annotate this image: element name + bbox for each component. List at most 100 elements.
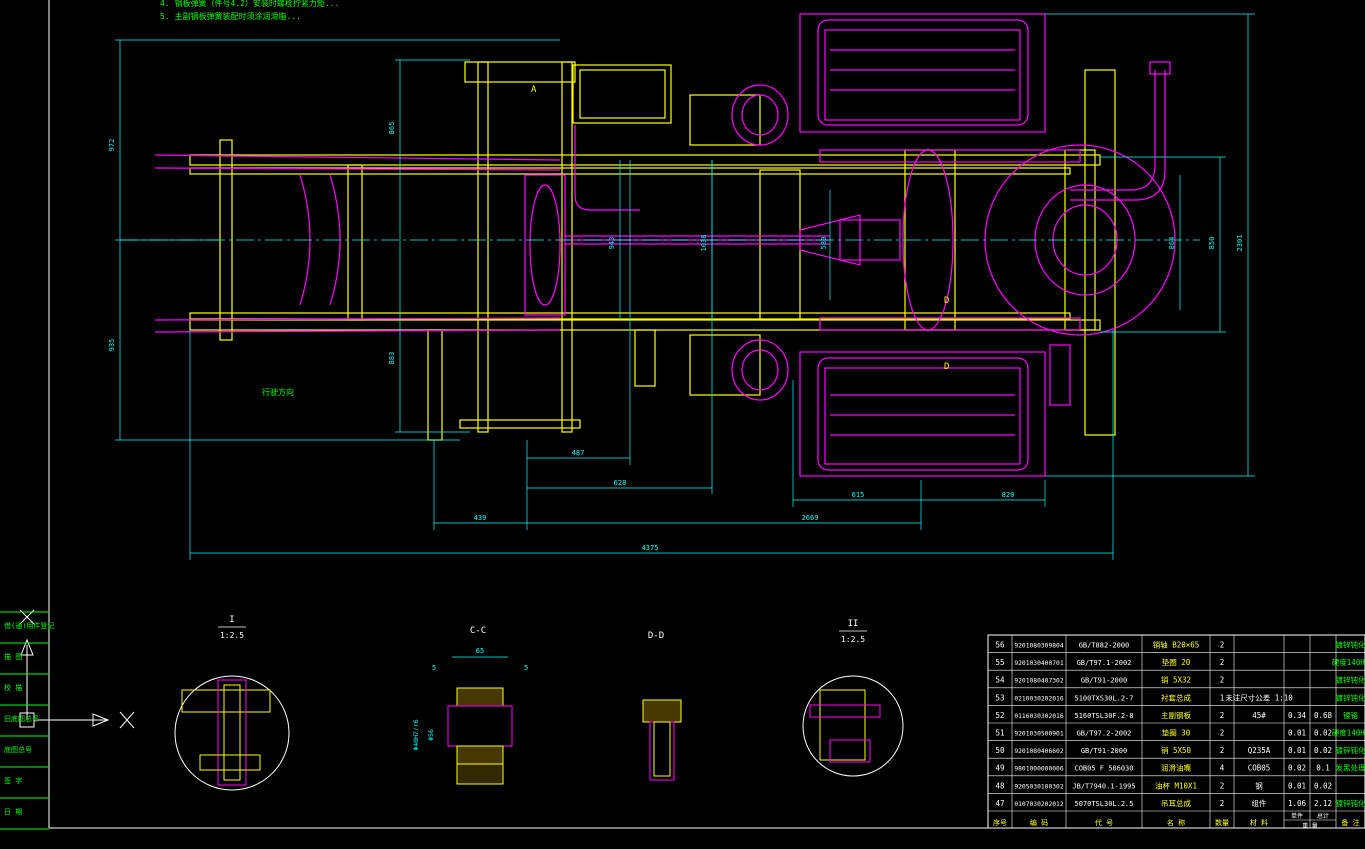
bom-cell-qty: 2 [1220, 658, 1225, 667]
bom-cell-w2: 0.68 [1314, 711, 1333, 720]
section-CC-dim-top: 65 [476, 647, 484, 655]
bom-cell-code: 0210030202016 [1014, 695, 1063, 702]
bom-cell-std: GB/T882-2000 [1079, 642, 1130, 650]
bom-header-w2: 总计 [1317, 812, 1329, 820]
bom-cell-code: 9201030400701 [1014, 660, 1063, 667]
bom-cell-w1: 1.06 [1288, 799, 1307, 808]
side-panel-cell: 描 图 [4, 652, 22, 661]
section-label-a: A [531, 85, 537, 95]
bom-cell-note: 硬度140HV [1332, 657, 1365, 667]
dim-2669: 2669 [802, 514, 819, 522]
bom-header-row: 序号编 码代 号名 称数量材 料备 注单件总计重 量 [993, 812, 1360, 830]
bom-cell-w2: 0.02 [1314, 781, 1332, 790]
bom-header-note: 备 注 [1341, 818, 1359, 827]
bom-header-w1: 单件 [1291, 812, 1303, 820]
section-label-d2: D [944, 362, 949, 372]
bom-header-std: 代 号 [1095, 818, 1113, 827]
bom-cell-qty: 2 [1220, 676, 1225, 685]
bom-row: 49 9801000000006 COB05 F 586030 润滑油嘴 4 COB05 0… [995, 763, 1365, 773]
bom-cell-mat: Q235A [1248, 746, 1271, 755]
dim-487: 487 [572, 449, 585, 457]
dim-865: 865 [388, 122, 396, 135]
bom-cell-w1: 0.01 [1288, 746, 1306, 755]
bom-cell-std: GB/T97.1-2002 [1077, 659, 1132, 667]
bom-header-mat: 材 料 [1250, 818, 1268, 827]
dim-972: 972 [108, 139, 116, 152]
bom-cell-std: 5100TXS30L.2-7 [1074, 694, 1133, 702]
bom-row: 509201080406602GB/T91-2000销 5X502Q235A0.… [995, 745, 1365, 755]
bom-cell-w1: 0.34 [1288, 711, 1307, 720]
bom-cell-code: 9201080406602 [1014, 748, 1063, 755]
section-CC-dim-left1: Φ40H7/r6 [412, 719, 420, 750]
dim-439: 439 [474, 514, 487, 522]
bom-cell-qty: 2 [1220, 799, 1225, 808]
section-CC-dim-5a: 5 [432, 664, 436, 672]
bom-row: 549201080407302GB/T91-2000销 5X322镀锌钝化 [995, 675, 1365, 685]
bom-cell-code: 9801000000006 [1014, 766, 1063, 773]
dim-850: 850 [1208, 237, 1216, 250]
bom-cell-w2: 0.02 [1314, 746, 1332, 755]
bom-cell-name: 主副钢板 [1161, 710, 1191, 720]
chassis-frame-rails [190, 62, 1115, 440]
bom-cell-std: 5070TSL30L.2.5 [1074, 800, 1133, 808]
bom-cell-no: 50 [995, 746, 1005, 755]
detail-I-title: I [229, 615, 234, 625]
bom-cell-w2: 0.1 [1316, 764, 1330, 773]
bom-cell-no: 51 [995, 729, 1004, 738]
bom-cell-note: 硬度140HV [1332, 728, 1365, 738]
bom-cell-note: 镀锌钝化 [1336, 675, 1365, 685]
bom-cell-note: 镀铬 [1343, 710, 1359, 720]
bom-row: 489205030100302JB/T7940.1-1995油杯 M10X12钢… [995, 780, 1332, 790]
bom-cell-mat: COB05 [1248, 764, 1271, 773]
section-label-d1: D [944, 296, 949, 306]
bom-cell-code: 9201080407302 [1014, 678, 1063, 685]
bom-cell-w2: 0.02 [1314, 729, 1332, 738]
bom-row: 5302100302020165100TXS30L.2-7衬套总成1未注尺寸公差… [995, 692, 1365, 702]
dim-580: 580 [820, 237, 828, 250]
bom-cell-std: COB05 F 586030 [1074, 765, 1133, 773]
bom-cell-no: 47 [995, 799, 1004, 808]
bom-cell-note: 发黑处理 [1336, 763, 1365, 773]
side-panel-cell: 借(通)用件登记 [4, 621, 54, 630]
side-panel-cell: 签 字 [4, 776, 22, 785]
bom-cell-name: 销 5X50 [1161, 745, 1192, 755]
bom-cell-no: 54 [995, 676, 1005, 685]
dim-935: 935 [108, 339, 116, 352]
bom-row: 519201030500901GB/T97.2-2002垫圈 3020.010.… [995, 728, 1365, 738]
side-panel-cell: 底图总号 [4, 745, 32, 754]
bom-cell-no: 52 [995, 711, 1004, 720]
bom-cell-std: 5160TSL30F.2-8 [1074, 712, 1133, 720]
bom-cell-std: JB/T7940.1-1995 [1072, 782, 1135, 790]
bom-cell-mat: 45# [1252, 711, 1266, 720]
bom-row: 4701070302020125070TSL30L.2.5吊耳总成2组件1.06… [995, 798, 1365, 808]
note-line-5: 5. 主副钢板弹簧装配时须涂润滑脂... [160, 11, 301, 21]
bom-cell-name: 衬套总成 [1161, 692, 1191, 702]
bom-header-no: 序号 [993, 818, 1007, 827]
dim-4375: 4375 [642, 544, 659, 552]
detail-view-II: II 1:2.5 [803, 619, 903, 776]
dim-2301: 2301 [1236, 235, 1244, 252]
bom-cell-mat: 组件 [1252, 798, 1268, 808]
bom-cell-note: 镀锌钝化 [1336, 692, 1365, 702]
bom-cell-no: 49 [995, 764, 1004, 773]
bom-cell-code: 0116030302016 [1014, 713, 1063, 720]
bom-cell-name: 销 5X32 [1161, 675, 1191, 685]
bom-cell-code: 9201030500901 [1014, 731, 1063, 738]
cad-drawing-viewport[interactable]: 4. 钢板弹簧（件号4.2）安装时螺栓拧紧力矩... 5. 主副钢板弹簧装配时须… [0, 0, 1365, 845]
bom-cell-no: 53 [995, 693, 1004, 702]
bom-cell-qty: 2 [1220, 711, 1225, 720]
bom-cell-name: 垫圈 20 [1162, 657, 1191, 667]
section-CC-title: C-C [470, 626, 486, 636]
bom-cell-code: 9201080309804 [1014, 643, 1063, 650]
bom-cell-code: 9205030100302 [1014, 783, 1063, 790]
bom-cell-mat: 钢 [1255, 780, 1263, 790]
section-view-CC: C-C 65 5 5 Φ40H7/r6 Φ56 [412, 626, 528, 784]
bom-cell-name: 油杯 M10X1 [1155, 780, 1197, 790]
bom-header-code: 编 码 [1030, 818, 1048, 827]
bom-row: 559201030400701GB/T97.1-2002垫圈 202硬度140H… [995, 657, 1365, 667]
bom-header-weight: 重 量 [1302, 822, 1318, 830]
section-CC-dim-left2: Φ56 [427, 729, 435, 741]
bom-header-qty: 数量 [1215, 818, 1229, 827]
bom-cell-name: 润滑油嘴 [1161, 763, 1191, 773]
bom-cell-qty: 4 [1220, 764, 1225, 773]
